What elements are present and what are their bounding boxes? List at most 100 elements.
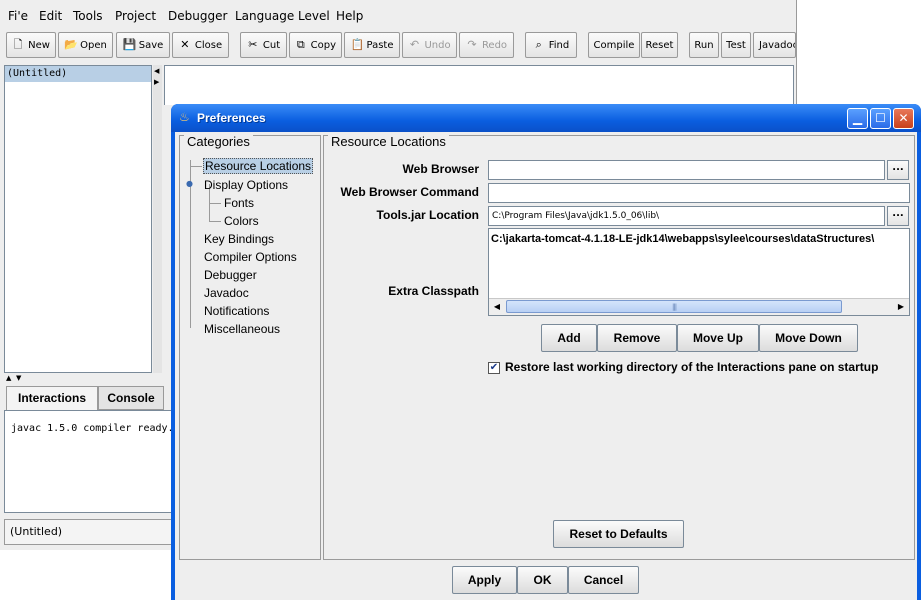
ok-button[interactable]: OK: [517, 566, 568, 594]
reset-button[interactable]: Reset: [641, 32, 678, 58]
menu-tools[interactable]: Tools: [73, 9, 103, 23]
copy-button[interactable]: ⧉ Copy: [289, 32, 342, 58]
open-label: Open: [80, 39, 107, 51]
category-miscellaneous[interactable]: Miscellaneous: [204, 322, 280, 336]
toolbar: 🗋 New 📂 Open 💾 Save ✕ Close ✂ Cut ⧉ Copy 📋 Past…: [0, 30, 797, 62]
reset-defaults-button[interactable]: Reset to Defaults: [553, 520, 684, 548]
reset-label: Reset: [645, 39, 674, 51]
maximize-icon: ☐: [875, 111, 886, 125]
category-javadoc[interactable]: Javadoc: [204, 286, 249, 300]
add-button[interactable]: Add: [541, 324, 597, 352]
category-key-bindings[interactable]: Key Bindings: [204, 232, 274, 246]
document-item[interactable]: (Untitled): [5, 66, 151, 82]
paste-button[interactable]: 📋 Paste: [344, 32, 400, 58]
horizontal-scrollbar[interactable]: ◀ ||| ▶: [489, 298, 909, 315]
paste-label: Paste: [366, 39, 394, 51]
cut-button[interactable]: ✂ Cut: [240, 32, 287, 58]
collapse-up-icon[interactable]: ▲: [6, 374, 11, 382]
close-window-button[interactable]: ✕: [893, 108, 914, 129]
status-bar: (Untitled): [4, 519, 172, 545]
minimize-icon: ▁: [852, 111, 863, 125]
category-notifications[interactable]: Notifications: [204, 304, 269, 318]
category-resource-locations[interactable]: Resource Locations: [203, 158, 314, 174]
binoculars-icon: ⌕: [535, 38, 542, 51]
menu-debugger[interactable]: Debugger: [168, 9, 227, 23]
menu-language-level[interactable]: Language Level: [235, 9, 330, 23]
category-debugger[interactable]: Debugger: [204, 268, 257, 282]
new-button[interactable]: 🗋 New: [6, 32, 56, 58]
close-label: Close: [194, 39, 223, 51]
interactions-text: javac 1.5.0 compiler ready.: [11, 423, 172, 434]
move-up-button[interactable]: Move Up: [677, 324, 759, 352]
menu-project[interactable]: Project: [115, 9, 156, 23]
save-disk-icon: 💾: [122, 38, 137, 51]
remove-button[interactable]: Remove: [597, 324, 677, 352]
undo-button[interactable]: ↶ Undo: [402, 32, 457, 58]
resource-locations-panel: Resource Locations Web Browser ... Web B…: [323, 134, 915, 560]
restore-directory-label[interactable]: Restore last working directory of the In…: [505, 360, 878, 374]
close-icon: ✕: [898, 111, 909, 125]
java-cup-icon: ♨: [179, 110, 190, 124]
tab-console[interactable]: Console: [98, 386, 164, 410]
tools-jar-label: Tools.jar Location: [376, 208, 479, 222]
menubar: Fi'e Edit Tools Project Debugger Languag…: [0, 4, 797, 28]
minimize-button[interactable]: ▁: [847, 108, 868, 129]
collapse-left-icon[interactable]: ◀: [154, 67, 159, 75]
document-list[interactable]: (Untitled): [4, 65, 152, 373]
tree-expand-icon[interactable]: ●: [186, 179, 193, 188]
move-down-button[interactable]: Move Down: [759, 324, 858, 352]
menu-edit[interactable]: Edit: [39, 9, 62, 23]
categories-title: Categories: [184, 134, 253, 149]
compile-button[interactable]: Compile: [588, 32, 640, 58]
web-browser-browse-button[interactable]: ...: [887, 160, 909, 180]
tab-interactions[interactable]: Interactions: [6, 386, 98, 410]
scroll-right-icon[interactable]: ▶: [893, 299, 909, 314]
run-button[interactable]: Run: [689, 32, 719, 58]
find-label: Find: [548, 39, 570, 51]
extra-classpath-list[interactable]: C:\jakarta-tomcat-4.1.18-LE-jdk14\webapp…: [488, 228, 910, 316]
apply-button[interactable]: Apply: [452, 566, 517, 594]
scroll-thumb[interactable]: |||: [506, 300, 842, 313]
expand-right-icon[interactable]: ▶: [154, 78, 159, 86]
web-browser-command-label: Web Browser Command: [340, 185, 479, 199]
web-browser-field[interactable]: [488, 160, 885, 180]
close-button[interactable]: ✕ Close: [172, 32, 229, 58]
menu-file[interactable]: Fi'e: [8, 9, 28, 23]
web-browser-command-field[interactable]: [488, 183, 910, 203]
javadoc-button[interactable]: Javadoc: [753, 32, 796, 58]
pane-tabs: Interactions Console: [4, 386, 172, 410]
horizontal-splitter[interactable]: ▲ ▼: [4, 374, 172, 384]
grip-icon: |||: [672, 303, 677, 311]
redo-button[interactable]: ↷ Redo: [459, 32, 514, 58]
new-file-icon: 🗋: [13, 38, 23, 51]
category-display-options[interactable]: Display Options: [204, 178, 288, 192]
tools-jar-browse-button[interactable]: ...: [887, 206, 909, 226]
scissors-icon: ✂: [248, 38, 258, 51]
category-fonts[interactable]: Fonts: [224, 196, 254, 210]
save-button[interactable]: 💾 Save: [116, 32, 170, 58]
definitions-editor[interactable]: [164, 65, 794, 105]
collapse-down-icon[interactable]: ▼: [16, 374, 21, 382]
restore-directory-checkbox[interactable]: ✔: [488, 362, 500, 374]
scroll-left-icon[interactable]: ◀: [489, 299, 505, 314]
category-colors[interactable]: Colors: [224, 214, 259, 228]
open-button[interactable]: 📂 Open: [58, 32, 113, 58]
tools-jar-field[interactable]: C:\Program Files\Java\jdk1.5.0_06\lib\: [488, 206, 885, 226]
undo-icon: ↶: [409, 38, 420, 51]
cancel-button[interactable]: Cancel: [568, 566, 639, 594]
dialog-body: Categories Resource Locations ● Display …: [175, 132, 917, 600]
panel-title: Resource Locations: [328, 134, 449, 149]
dialog-titlebar[interactable]: ♨ Preferences ▁ ☐ ✕: [171, 104, 921, 132]
classpath-entry[interactable]: C:\jakarta-tomcat-4.1.18-LE-jdk14\webapp…: [491, 233, 874, 245]
maximize-button[interactable]: ☐: [870, 108, 891, 129]
interactions-pane[interactable]: javac 1.5.0 compiler ready.: [4, 410, 172, 513]
tree-hline: [190, 166, 202, 167]
test-button[interactable]: Test: [721, 32, 751, 58]
tree-hline: [209, 221, 221, 222]
menu-help[interactable]: Help: [336, 9, 363, 23]
test-label: Test: [726, 39, 746, 51]
copy-label: Copy: [310, 39, 336, 51]
vertical-splitter[interactable]: ◀ ▶: [153, 65, 162, 373]
find-button[interactable]: ⌕ Find: [525, 32, 577, 58]
category-compiler-options[interactable]: Compiler Options: [204, 250, 297, 264]
